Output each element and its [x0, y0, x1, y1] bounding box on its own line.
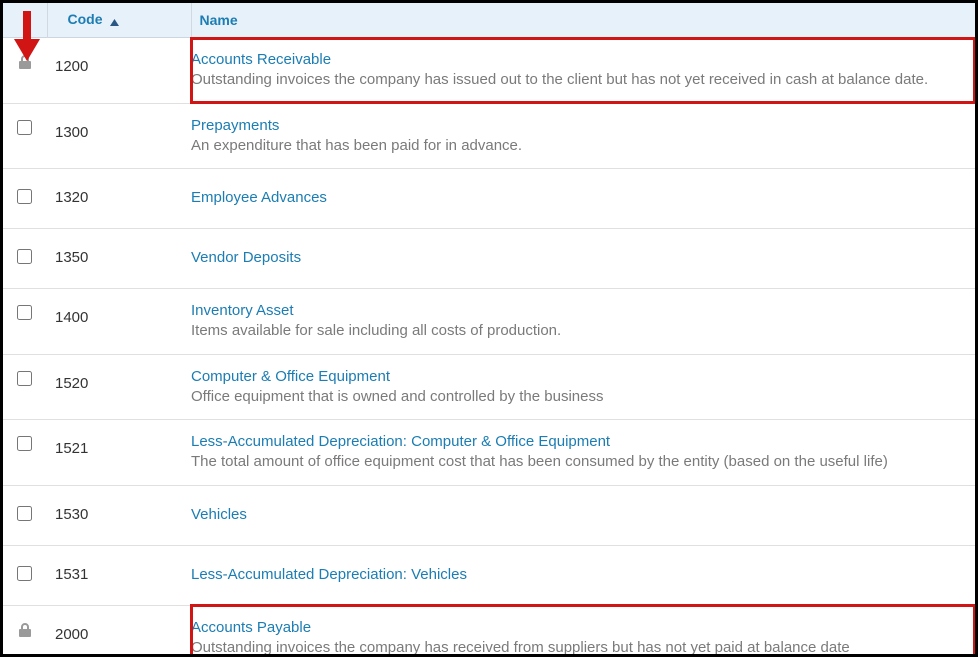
row-checkbox[interactable] [17, 189, 32, 204]
column-header-select[interactable] [3, 3, 47, 38]
account-code: 1531 [47, 545, 191, 605]
account-description: An expenditure that has been paid for in… [191, 136, 967, 156]
row-checkbox[interactable] [17, 506, 32, 521]
account-name-cell: Vehicles [191, 485, 975, 545]
account-name-link[interactable]: Vehicles [191, 506, 967, 523]
table-row: 1400Inventory Asset Items available for s… [3, 289, 975, 355]
row-select-cell [3, 354, 47, 420]
table-row: 1320Employee Advances [3, 169, 975, 229]
account-name-link[interactable]: Less-Accumulated Depreciation: Computer … [191, 433, 967, 450]
row-checkbox[interactable] [17, 566, 32, 581]
table-row: 1200Accounts Receivable Outstanding invoi… [3, 38, 975, 104]
account-code: 1400 [47, 289, 191, 355]
account-description: Outstanding invoices the company has rec… [191, 638, 967, 657]
row-select-cell [3, 605, 47, 657]
lock-icon [17, 54, 33, 70]
header-code-label: Code [68, 11, 103, 27]
row-checkbox[interactable] [17, 371, 32, 386]
accounts-table: Code Name 1200Accounts Receivable Outstan… [3, 3, 975, 657]
account-description: The total amount of office equipment cos… [191, 452, 967, 472]
account-name-cell: Prepayments An expenditure that has been … [191, 103, 975, 169]
account-name-cell: Computer & Office Equipment Office equipm… [191, 354, 975, 420]
account-name-link[interactable]: Accounts Payable [191, 619, 967, 636]
account-name-link[interactable]: Vendor Deposits [191, 249, 967, 266]
table-row: 1350Vendor Deposits [3, 229, 975, 289]
row-checkbox[interactable] [17, 305, 32, 320]
row-select-cell [3, 169, 47, 229]
account-code: 1520 [47, 354, 191, 420]
account-code: 1350 [47, 229, 191, 289]
account-description: Items available for sale including all c… [191, 321, 967, 341]
row-select-cell [3, 38, 47, 104]
column-header-name[interactable]: Name [191, 3, 975, 38]
row-select-cell [3, 103, 47, 169]
row-checkbox[interactable] [17, 120, 32, 135]
account-name-cell: Accounts Payable Outstanding invoices the… [191, 605, 975, 657]
account-name-link[interactable]: Less-Accumulated Depreciation: Vehicles [191, 566, 967, 583]
table-row: 1530Vehicles [3, 485, 975, 545]
table-row: 1521Less-Accumulated Depreciation: Compu… [3, 420, 975, 486]
row-checkbox[interactable] [17, 249, 32, 264]
row-checkbox[interactable] [17, 436, 32, 451]
account-code: 1320 [47, 169, 191, 229]
account-code: 1530 [47, 485, 191, 545]
row-select-cell [3, 420, 47, 486]
account-name-cell: Accounts Receivable Outstanding invoices … [191, 38, 975, 104]
account-name-link[interactable]: Inventory Asset [191, 302, 967, 319]
account-name-cell: Inventory Asset Items available for sale … [191, 289, 975, 355]
header-name-label: Name [200, 12, 238, 28]
account-name-cell: Less-Accumulated Depreciation: Computer … [191, 420, 975, 486]
account-description: Office equipment that is owned and contr… [191, 387, 967, 407]
account-name-cell: Vendor Deposits [191, 229, 975, 289]
account-code: 2000 [47, 605, 191, 657]
row-select-cell [3, 485, 47, 545]
column-header-code[interactable]: Code [47, 3, 191, 38]
account-name-cell: Employee Advances [191, 169, 975, 229]
table-row: 1531Less-Accumulated Depreciation: Vehic… [3, 545, 975, 605]
account-description: Outstanding invoices the company has iss… [191, 70, 967, 90]
account-code: 1521 [47, 420, 191, 486]
table-row: 1300Prepayments An expenditure that has b… [3, 103, 975, 169]
row-select-cell [3, 545, 47, 605]
row-select-cell [3, 289, 47, 355]
lock-icon [17, 622, 33, 638]
account-name-link[interactable]: Prepayments [191, 117, 967, 134]
account-code: 1200 [47, 38, 191, 104]
account-name-link[interactable]: Employee Advances [191, 189, 967, 206]
account-name-link[interactable]: Accounts Receivable [191, 51, 967, 68]
row-select-cell [3, 229, 47, 289]
sort-asc-icon [110, 13, 119, 29]
table-row: 2000Accounts Payable Outstanding invoices… [3, 605, 975, 657]
account-code: 1300 [47, 103, 191, 169]
table-row: 1520Computer & Office Equipment Office eq… [3, 354, 975, 420]
account-name-link[interactable]: Computer & Office Equipment [191, 368, 967, 385]
account-name-cell: Less-Accumulated Depreciation: Vehicles [191, 545, 975, 605]
